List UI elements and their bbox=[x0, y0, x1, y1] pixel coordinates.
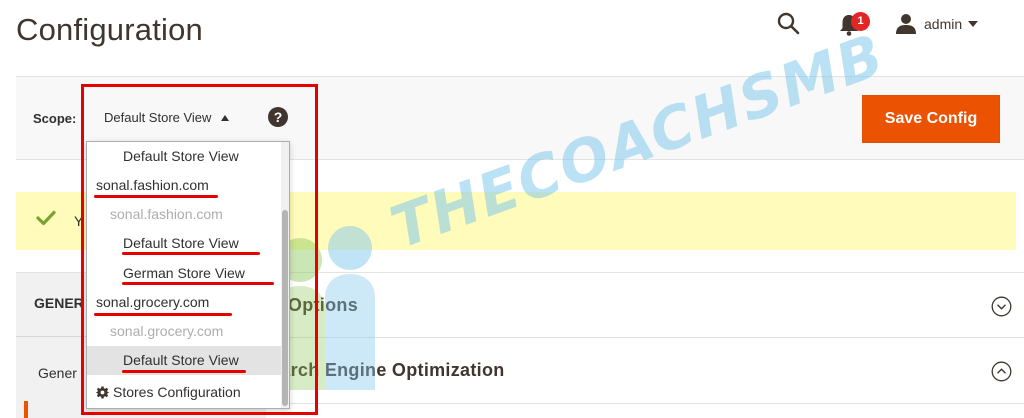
user-icon bbox=[896, 14, 916, 34]
search-icon bbox=[777, 12, 800, 35]
check-icon bbox=[36, 210, 56, 226]
tab-general-label: GENER bbox=[34, 295, 84, 311]
user-name: admin bbox=[924, 16, 963, 32]
page-title: Configuration bbox=[16, 12, 203, 47]
search-button[interactable] bbox=[776, 11, 802, 37]
section-url-options[interactable]: rl Options bbox=[270, 272, 1024, 338]
save-config-button[interactable]: Save Config bbox=[862, 95, 1000, 143]
tab-item-label: Gener bbox=[38, 365, 77, 381]
chevron-circle-down-icon[interactable] bbox=[991, 296, 1012, 317]
section-seo[interactable]: earch Engine Optimization bbox=[270, 338, 1024, 404]
caret-down-icon bbox=[968, 21, 979, 27]
user-menu-button[interactable]: admin bbox=[896, 11, 1006, 37]
scope-label: Scope: bbox=[33, 111, 77, 126]
annotation-frame bbox=[81, 84, 318, 415]
chevron-circle-up-icon[interactable] bbox=[991, 361, 1012, 382]
active-tab-indicator bbox=[24, 401, 28, 418]
notification-badge: 1 bbox=[851, 12, 870, 31]
notifications-button[interactable]: 1 bbox=[838, 11, 872, 37]
